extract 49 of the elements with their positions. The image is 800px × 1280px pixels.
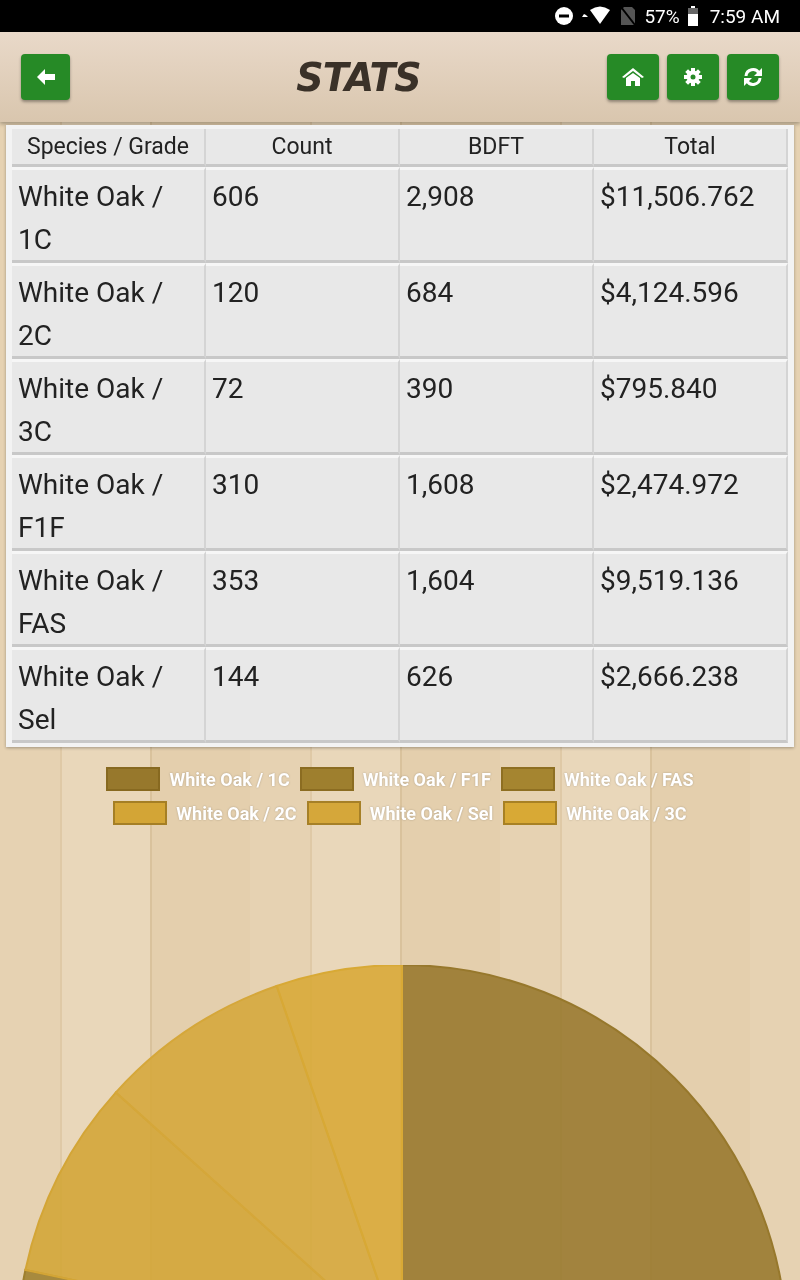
column-header: Count [206, 129, 400, 167]
no-sim-icon [620, 6, 637, 26]
legend-label: White Oak / 1C [169, 768, 290, 790]
table-cell: $795.840 [594, 359, 788, 455]
table-cell: 606 [206, 167, 400, 263]
table-cell: 2,908 [400, 167, 594, 263]
table-cell: 1,604 [400, 551, 594, 647]
legend-label: White Oak / 3C [566, 802, 687, 824]
legend-label: White Oak / F1F [362, 768, 491, 790]
column-header: BDFT [400, 129, 594, 167]
refresh-button[interactable] [727, 54, 779, 100]
back-button[interactable] [21, 54, 70, 100]
clock-time: 7:59 AM [709, 4, 780, 28]
table-cell: 1,608 [400, 455, 594, 551]
table-cell: 390 [400, 359, 594, 455]
home-button[interactable] [607, 54, 659, 100]
table-cell: 144 [206, 647, 400, 743]
home-icon [622, 68, 644, 86]
battery-icon [687, 6, 698, 26]
column-header: Total [594, 129, 788, 167]
column-header: Species / Grade [12, 129, 206, 167]
table-cell: $2,666.238 [594, 647, 788, 743]
legend-label: White Oak / FAS [563, 768, 694, 790]
table-cell: White Oak / F1F [12, 455, 206, 551]
table-cell: 120 [206, 263, 400, 359]
table-cell: White Oak / Sel [12, 647, 206, 743]
left-arrow-icon [36, 69, 55, 85]
wifi-icon [582, 6, 613, 26]
refresh-icon [742, 66, 764, 88]
settings-icon [684, 68, 702, 86]
legend-label: White Oak / Sel [369, 802, 494, 824]
table-cell: $4,124.596 [594, 263, 788, 359]
table-cell: $9,519.136 [594, 551, 788, 647]
legend-label: White Oak / 2C [176, 802, 297, 824]
table-cell: 626 [400, 647, 594, 743]
table-cell: White Oak / 3C [12, 359, 206, 455]
table-cell: 72 [206, 359, 400, 455]
table-cell: White Oak / 1C [12, 167, 206, 263]
table-cell: White Oak / FAS [12, 551, 206, 647]
table-cell: 310 [206, 455, 400, 551]
do-not-disturb-icon [554, 6, 575, 26]
page-title: STATS [295, 53, 422, 101]
settings-button[interactable] [667, 54, 719, 100]
table-cell: $2,474.972 [594, 455, 788, 551]
battery-percent: 57% [644, 4, 680, 28]
table-cell: 684 [400, 263, 594, 359]
table-cell: $11,506.762 [594, 167, 788, 263]
table-cell: White Oak / 2C [12, 263, 206, 359]
table-cell: 353 [206, 551, 400, 647]
